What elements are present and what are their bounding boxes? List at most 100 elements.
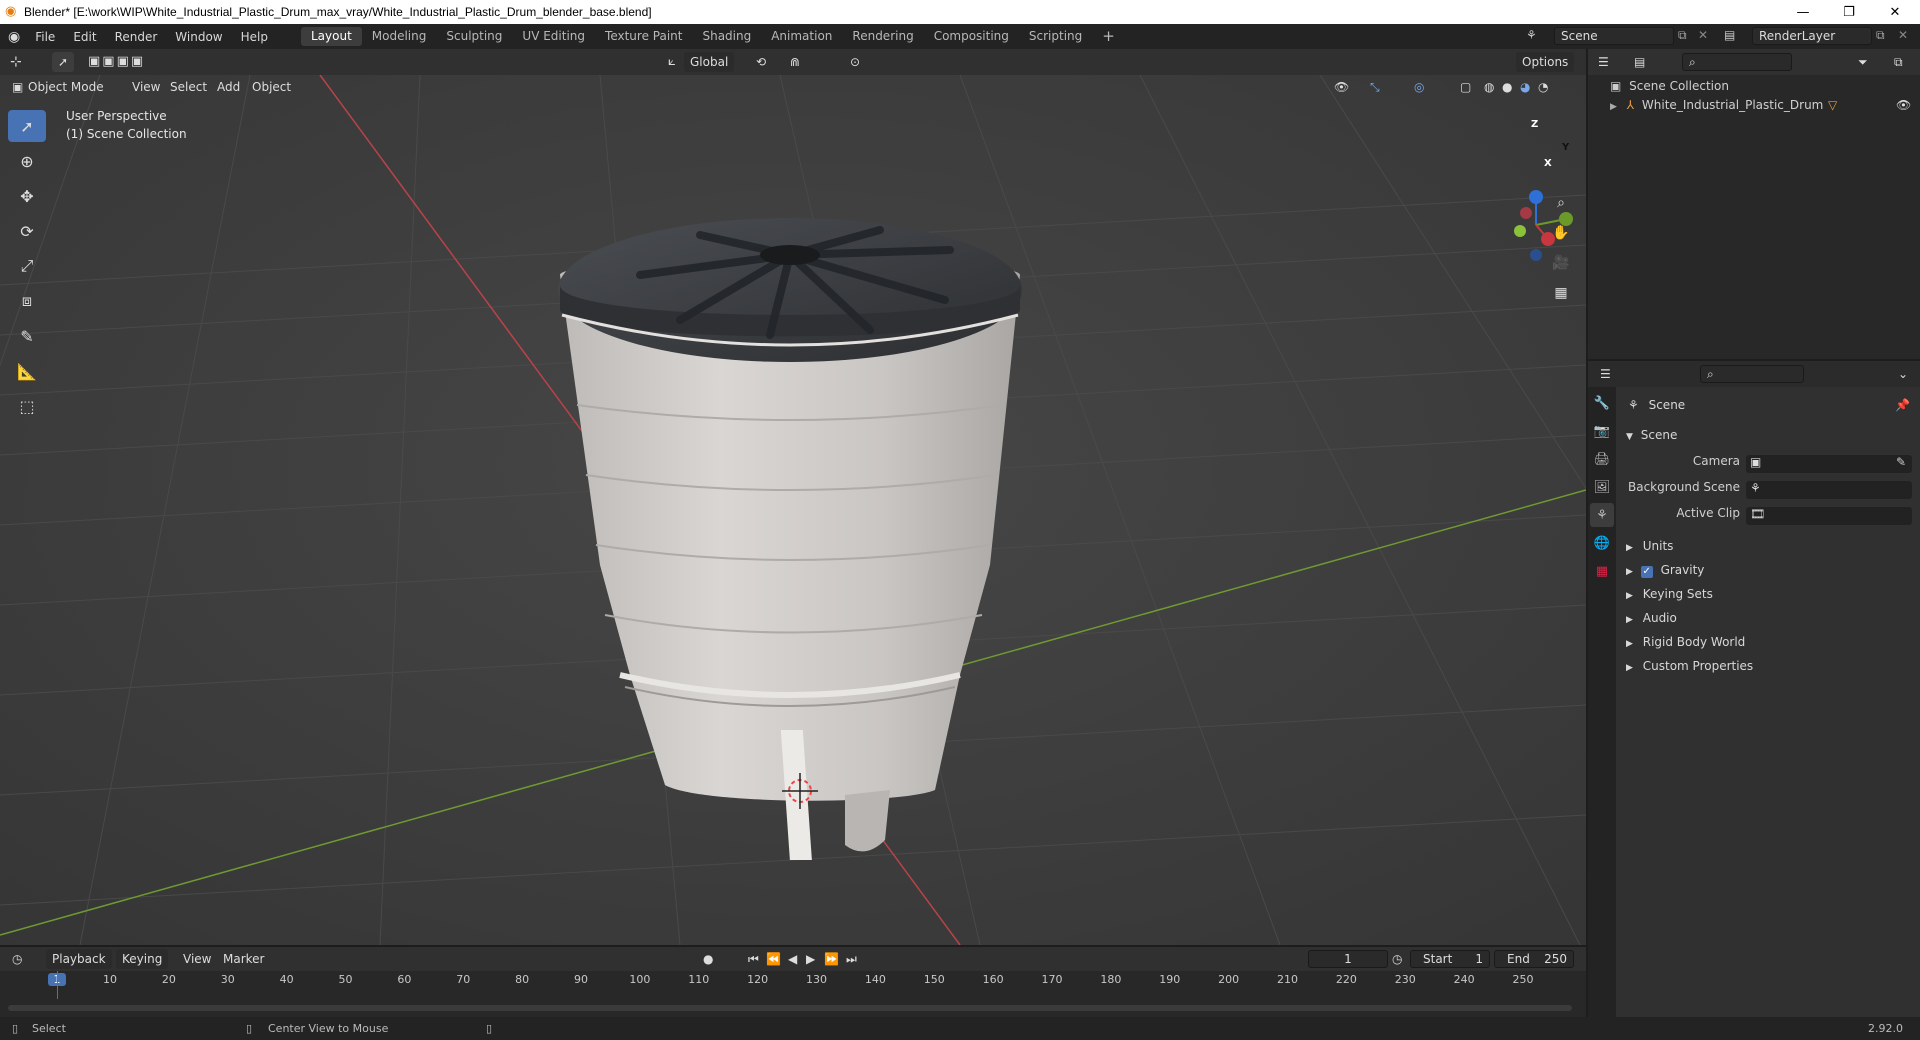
cursor-tool-icon[interactable]: ⊕ bbox=[8, 145, 46, 177]
proportional-edit-icon[interactable]: ⊙ bbox=[850, 52, 860, 72]
workspace-tab-uv-editing[interactable]: UV Editing bbox=[512, 27, 595, 46]
visibility-eye-icon[interactable]: 👁 bbox=[1896, 98, 1911, 112]
rigid-body-world-panel[interactable]: ▶ Rigid Body World bbox=[1626, 631, 1916, 653]
timeline-menu-view[interactable]: View bbox=[183, 949, 211, 969]
transform-orientation-icon[interactable]: ⟀ bbox=[668, 52, 676, 72]
timeline-tick[interactable]: 90 bbox=[566, 973, 596, 986]
xray-icon[interactable]: ▢ bbox=[1460, 77, 1471, 97]
ortho-grid-icon[interactable]: ▦ bbox=[1550, 285, 1572, 307]
timeline-tick[interactable]: 130 bbox=[801, 973, 831, 986]
viewport-menu-add[interactable]: Add bbox=[217, 77, 240, 97]
workspace-tab-rendering[interactable]: Rendering bbox=[842, 27, 923, 46]
timeline-tick[interactable]: 220 bbox=[1331, 973, 1361, 986]
expand-arrow-icon[interactable]: ▶ bbox=[1610, 102, 1617, 112]
renderlayer-icon[interactable]: ▤ bbox=[1724, 28, 1735, 42]
gizmo-toggle-icon[interactable]: ⤡ bbox=[1370, 77, 1380, 97]
camera-field[interactable]: ▣ ✎ bbox=[1746, 455, 1912, 473]
pivot-point-icon[interactable]: ⟲ bbox=[756, 52, 766, 72]
properties-editor-icon[interactable]: ☰ bbox=[1600, 364, 1611, 384]
timeline-menu-playback[interactable]: Playback bbox=[46, 949, 112, 969]
timeline-tick[interactable]: 200 bbox=[1214, 973, 1244, 986]
start-frame-field[interactable]: Start 1 bbox=[1410, 950, 1490, 968]
select-mode-icons[interactable]: ▣▣▣▣ bbox=[88, 52, 176, 72]
workspace-tab-layout[interactable]: Layout bbox=[300, 27, 362, 46]
3d-viewport[interactable]: User Perspective (1) Scene Collection Z … bbox=[0, 75, 1586, 945]
custom-properties-panel[interactable]: ▶ Custom Properties bbox=[1626, 655, 1916, 677]
play-reverse-icon[interactable]: ◀ bbox=[788, 949, 797, 969]
add-workspace-button[interactable]: + bbox=[1092, 27, 1125, 46]
select-tool-icon[interactable]: ➚ bbox=[52, 52, 74, 72]
current-frame-field[interactable]: 1 bbox=[1308, 950, 1388, 968]
viewport-menu-view[interactable]: View bbox=[132, 77, 160, 97]
scene-icon[interactable]: ⚘ bbox=[1526, 28, 1537, 42]
next-keyframe-icon[interactable]: ⏩ bbox=[824, 949, 839, 969]
timeline-tick[interactable]: 30 bbox=[213, 973, 243, 986]
menu-render[interactable]: Render bbox=[106, 30, 167, 44]
shading-wireframe-icon[interactable]: ◍ bbox=[1484, 77, 1494, 97]
camera-view-icon[interactable]: 🎥 bbox=[1550, 255, 1572, 277]
gizmo-x-label[interactable]: X bbox=[1544, 158, 1552, 169]
close-button[interactable]: ✕ bbox=[1872, 0, 1918, 24]
timeline-tick[interactable]: 210 bbox=[1272, 973, 1302, 986]
timeline-tick[interactable]: 150 bbox=[919, 973, 949, 986]
timeline-tick[interactable]: 240 bbox=[1449, 973, 1479, 986]
delete-renderlayer-icon[interactable]: ✕ bbox=[1898, 28, 1908, 42]
select-box-tool-icon[interactable]: ➚ bbox=[8, 110, 46, 142]
modifier-icon[interactable]: ▽ bbox=[1828, 98, 1837, 112]
new-collection-icon[interactable]: ⧉ bbox=[1894, 52, 1903, 72]
filter-icon[interactable]: ⏷ bbox=[1858, 52, 1868, 72]
timeline-tick[interactable]: 250 bbox=[1508, 973, 1538, 986]
scene-tab-icon[interactable]: ⚘ bbox=[1590, 503, 1614, 527]
properties-search-input[interactable]: ⌕ bbox=[1700, 365, 1804, 383]
transform-tool-icon[interactable]: ⧈ bbox=[8, 285, 46, 317]
overlay-toggle-icon[interactable]: ◎ bbox=[1414, 77, 1424, 97]
world-tab-icon[interactable]: 🌐 bbox=[1590, 531, 1614, 555]
gizmo-z-label[interactable]: Z bbox=[1531, 119, 1538, 130]
timeline-scrollbar[interactable] bbox=[8, 1005, 1572, 1011]
outliner-search-input[interactable]: ⌕ bbox=[1682, 53, 1792, 71]
workspace-tab-texture-paint[interactable]: Texture Paint bbox=[595, 27, 692, 46]
timeline-tick[interactable]: 120 bbox=[743, 973, 773, 986]
timeline-tick[interactable]: 160 bbox=[978, 973, 1008, 986]
move-tool-icon[interactable]: ✥ bbox=[8, 180, 46, 212]
record-icon[interactable]: ● bbox=[703, 949, 713, 969]
minimize-button[interactable]: — bbox=[1780, 0, 1826, 24]
workspace-tab-sculpting[interactable]: Sculpting bbox=[436, 27, 512, 46]
measure-tool-icon[interactable]: 📐 bbox=[8, 355, 46, 387]
pan-hand-icon[interactable]: ✋ bbox=[1550, 225, 1572, 247]
menu-file[interactable]: File bbox=[26, 30, 64, 44]
timeline-area[interactable]: 1102030405060708090100110120130140150160… bbox=[0, 971, 1586, 1017]
rotate-tool-icon[interactable]: ⟳ bbox=[8, 215, 46, 247]
timeline-tick[interactable]: 110 bbox=[684, 973, 714, 986]
restore-button[interactable]: ❐ bbox=[1826, 0, 1872, 24]
timeline-tick[interactable]: 60 bbox=[389, 973, 419, 986]
gravity-checkbox[interactable]: ✓ bbox=[1640, 566, 1653, 578]
transform-orientation-dropdown[interactable]: Global bbox=[684, 52, 735, 72]
add-cube-tool-icon[interactable]: ⬚ bbox=[8, 390, 46, 422]
timeline-tick[interactable]: 190 bbox=[1155, 973, 1185, 986]
timeline-tick[interactable]: 20 bbox=[154, 973, 184, 986]
timeline-tick[interactable]: 180 bbox=[1096, 973, 1126, 986]
render-tab-icon[interactable]: 📷 bbox=[1590, 419, 1614, 443]
zoom-icon[interactable]: ⌕ bbox=[1550, 195, 1572, 217]
units-panel[interactable]: ▶ Units bbox=[1626, 535, 1916, 557]
menu-help[interactable]: Help bbox=[232, 30, 277, 44]
audio-panel[interactable]: ▶ Audio bbox=[1626, 607, 1916, 629]
scene-selector[interactable]: Scene bbox=[1554, 27, 1674, 45]
shading-material-icon[interactable]: ◕ bbox=[1520, 77, 1530, 97]
timeline-tick[interactable]: 50 bbox=[330, 973, 360, 986]
timeline-tick[interactable]: 170 bbox=[1037, 973, 1067, 986]
timeline-tick[interactable]: 80 bbox=[507, 973, 537, 986]
preview-range-icon[interactable]: ◷ bbox=[1392, 949, 1402, 969]
output-tab-icon[interactable]: 🖨 bbox=[1590, 447, 1614, 471]
outliner-item[interactable]: ▶ ⅄ White_Industrial_Plastic_Drum ▽ 👁 bbox=[1610, 98, 1914, 118]
gizmo-y-label[interactable]: Y bbox=[1562, 142, 1569, 153]
workspace-tab-shading[interactable]: Shading bbox=[692, 27, 761, 46]
mode-dropdown[interactable]: Object Mode bbox=[28, 77, 104, 97]
blender-menu-icon[interactable]: ◉ bbox=[8, 29, 20, 45]
jump-start-icon[interactable]: ⏮ bbox=[748, 949, 759, 969]
workspace-tab-scripting[interactable]: Scripting bbox=[1019, 27, 1092, 46]
active-clip-field[interactable]: 🎞 bbox=[1746, 507, 1912, 525]
timeline-tick[interactable]: 40 bbox=[272, 973, 302, 986]
menu-edit[interactable]: Edit bbox=[64, 30, 105, 44]
